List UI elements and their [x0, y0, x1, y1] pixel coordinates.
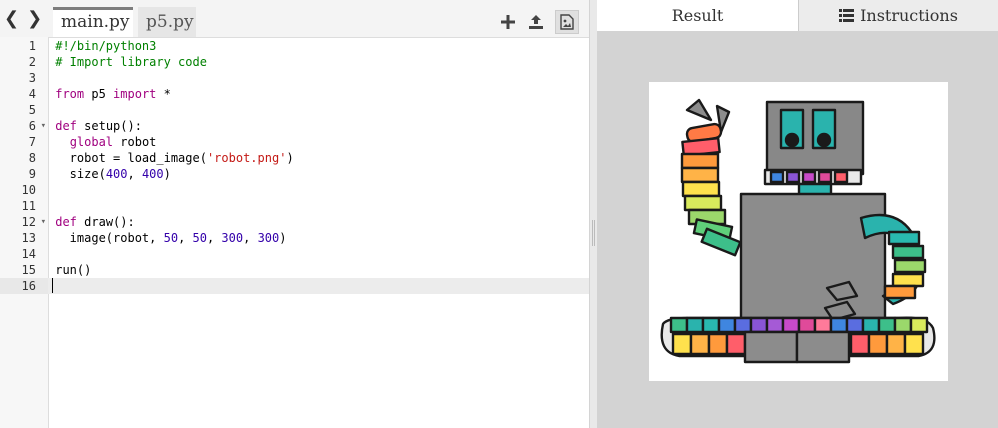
line-number: 7: [28, 135, 36, 149]
line-number: 2: [28, 55, 36, 69]
code-line[interactable]: [48, 198, 589, 214]
text-cursor: [52, 278, 53, 293]
back-icon[interactable]: ❮: [4, 8, 19, 30]
tab-instructions[interactable]: Instructions: [799, 0, 998, 31]
line-number: 10: [21, 183, 36, 197]
line-number: 13: [21, 231, 36, 245]
drag-handle-icon[interactable]: [592, 220, 596, 246]
line-number: 11: [21, 199, 36, 213]
code-line[interactable]: size(400, 400): [48, 166, 589, 182]
code-editor[interactable]: #!/bin/python3 # Import library code fro…: [48, 37, 589, 428]
line-number: 9: [28, 167, 36, 181]
code-line[interactable]: def setup():: [48, 118, 589, 134]
code-line-current[interactable]: [48, 278, 589, 294]
line-number: 16: [0, 278, 48, 294]
line-number: 6 ▾: [28, 118, 46, 134]
code-line[interactable]: [48, 70, 589, 86]
sketch-canvas: [649, 82, 948, 381]
code-line[interactable]: global robot: [48, 134, 589, 150]
output-panel: Result Instructions: [597, 0, 998, 428]
tab-p5-py[interactable]: p5.py: [138, 7, 196, 37]
code-line[interactable]: #!/bin/python3: [48, 38, 589, 54]
code-line[interactable]: image(robot, 50, 50, 300, 300): [48, 230, 589, 246]
code-line[interactable]: robot = load_image('robot.png'): [48, 150, 589, 166]
tab-result[interactable]: Result: [597, 0, 799, 31]
add-file-icon[interactable]: [499, 13, 517, 31]
line-number: 1: [28, 39, 36, 53]
code-line[interactable]: from p5 import *: [48, 86, 589, 102]
tab-label: Result: [671, 6, 724, 25]
line-number: 15: [21, 263, 36, 277]
line-number: 12 ▾: [21, 214, 46, 230]
fold-arrow-icon[interactable]: ▾: [41, 118, 46, 134]
line-number: 4: [28, 87, 36, 101]
forward-icon[interactable]: ❯: [27, 8, 42, 30]
line-numbers: 1 2 3 4 5 6 ▾ 7 8 9 10 11 12 ▾ 13 14 15 16: [0, 37, 49, 428]
upload-icon[interactable]: [527, 13, 545, 31]
line-number: 14: [21, 247, 36, 261]
history-nav: ❮ ❯: [4, 8, 42, 30]
robot-image: [660, 98, 936, 364]
editor-toolbar: ❮ ❯ main.py p5.py: [0, 0, 589, 38]
code-line[interactable]: run(): [48, 262, 589, 278]
output-tabs: Result Instructions: [597, 0, 998, 31]
code-line[interactable]: # Import library code: [48, 54, 589, 70]
code-line[interactable]: [48, 182, 589, 198]
line-number: 5: [28, 103, 36, 117]
fold-arrow-icon[interactable]: ▾: [41, 214, 46, 230]
code-line[interactable]: def draw():: [48, 214, 589, 230]
code-line[interactable]: [48, 102, 589, 118]
tab-main-py[interactable]: main.py: [53, 7, 133, 37]
tab-label: p5.py: [146, 12, 194, 32]
line-number: 3: [28, 71, 36, 85]
list-icon: [839, 9, 855, 22]
tab-label: Instructions: [860, 6, 958, 25]
file-tools: [499, 10, 579, 34]
line-number: 8: [28, 151, 36, 165]
image-icon[interactable]: [555, 10, 579, 34]
tab-label: main.py: [61, 12, 130, 32]
editor-panel: ❮ ❯ main.py p5.py 1 2 3 4 5 6 ▾ 7 8 9 10 …: [0, 0, 589, 428]
code-line[interactable]: [48, 246, 589, 262]
